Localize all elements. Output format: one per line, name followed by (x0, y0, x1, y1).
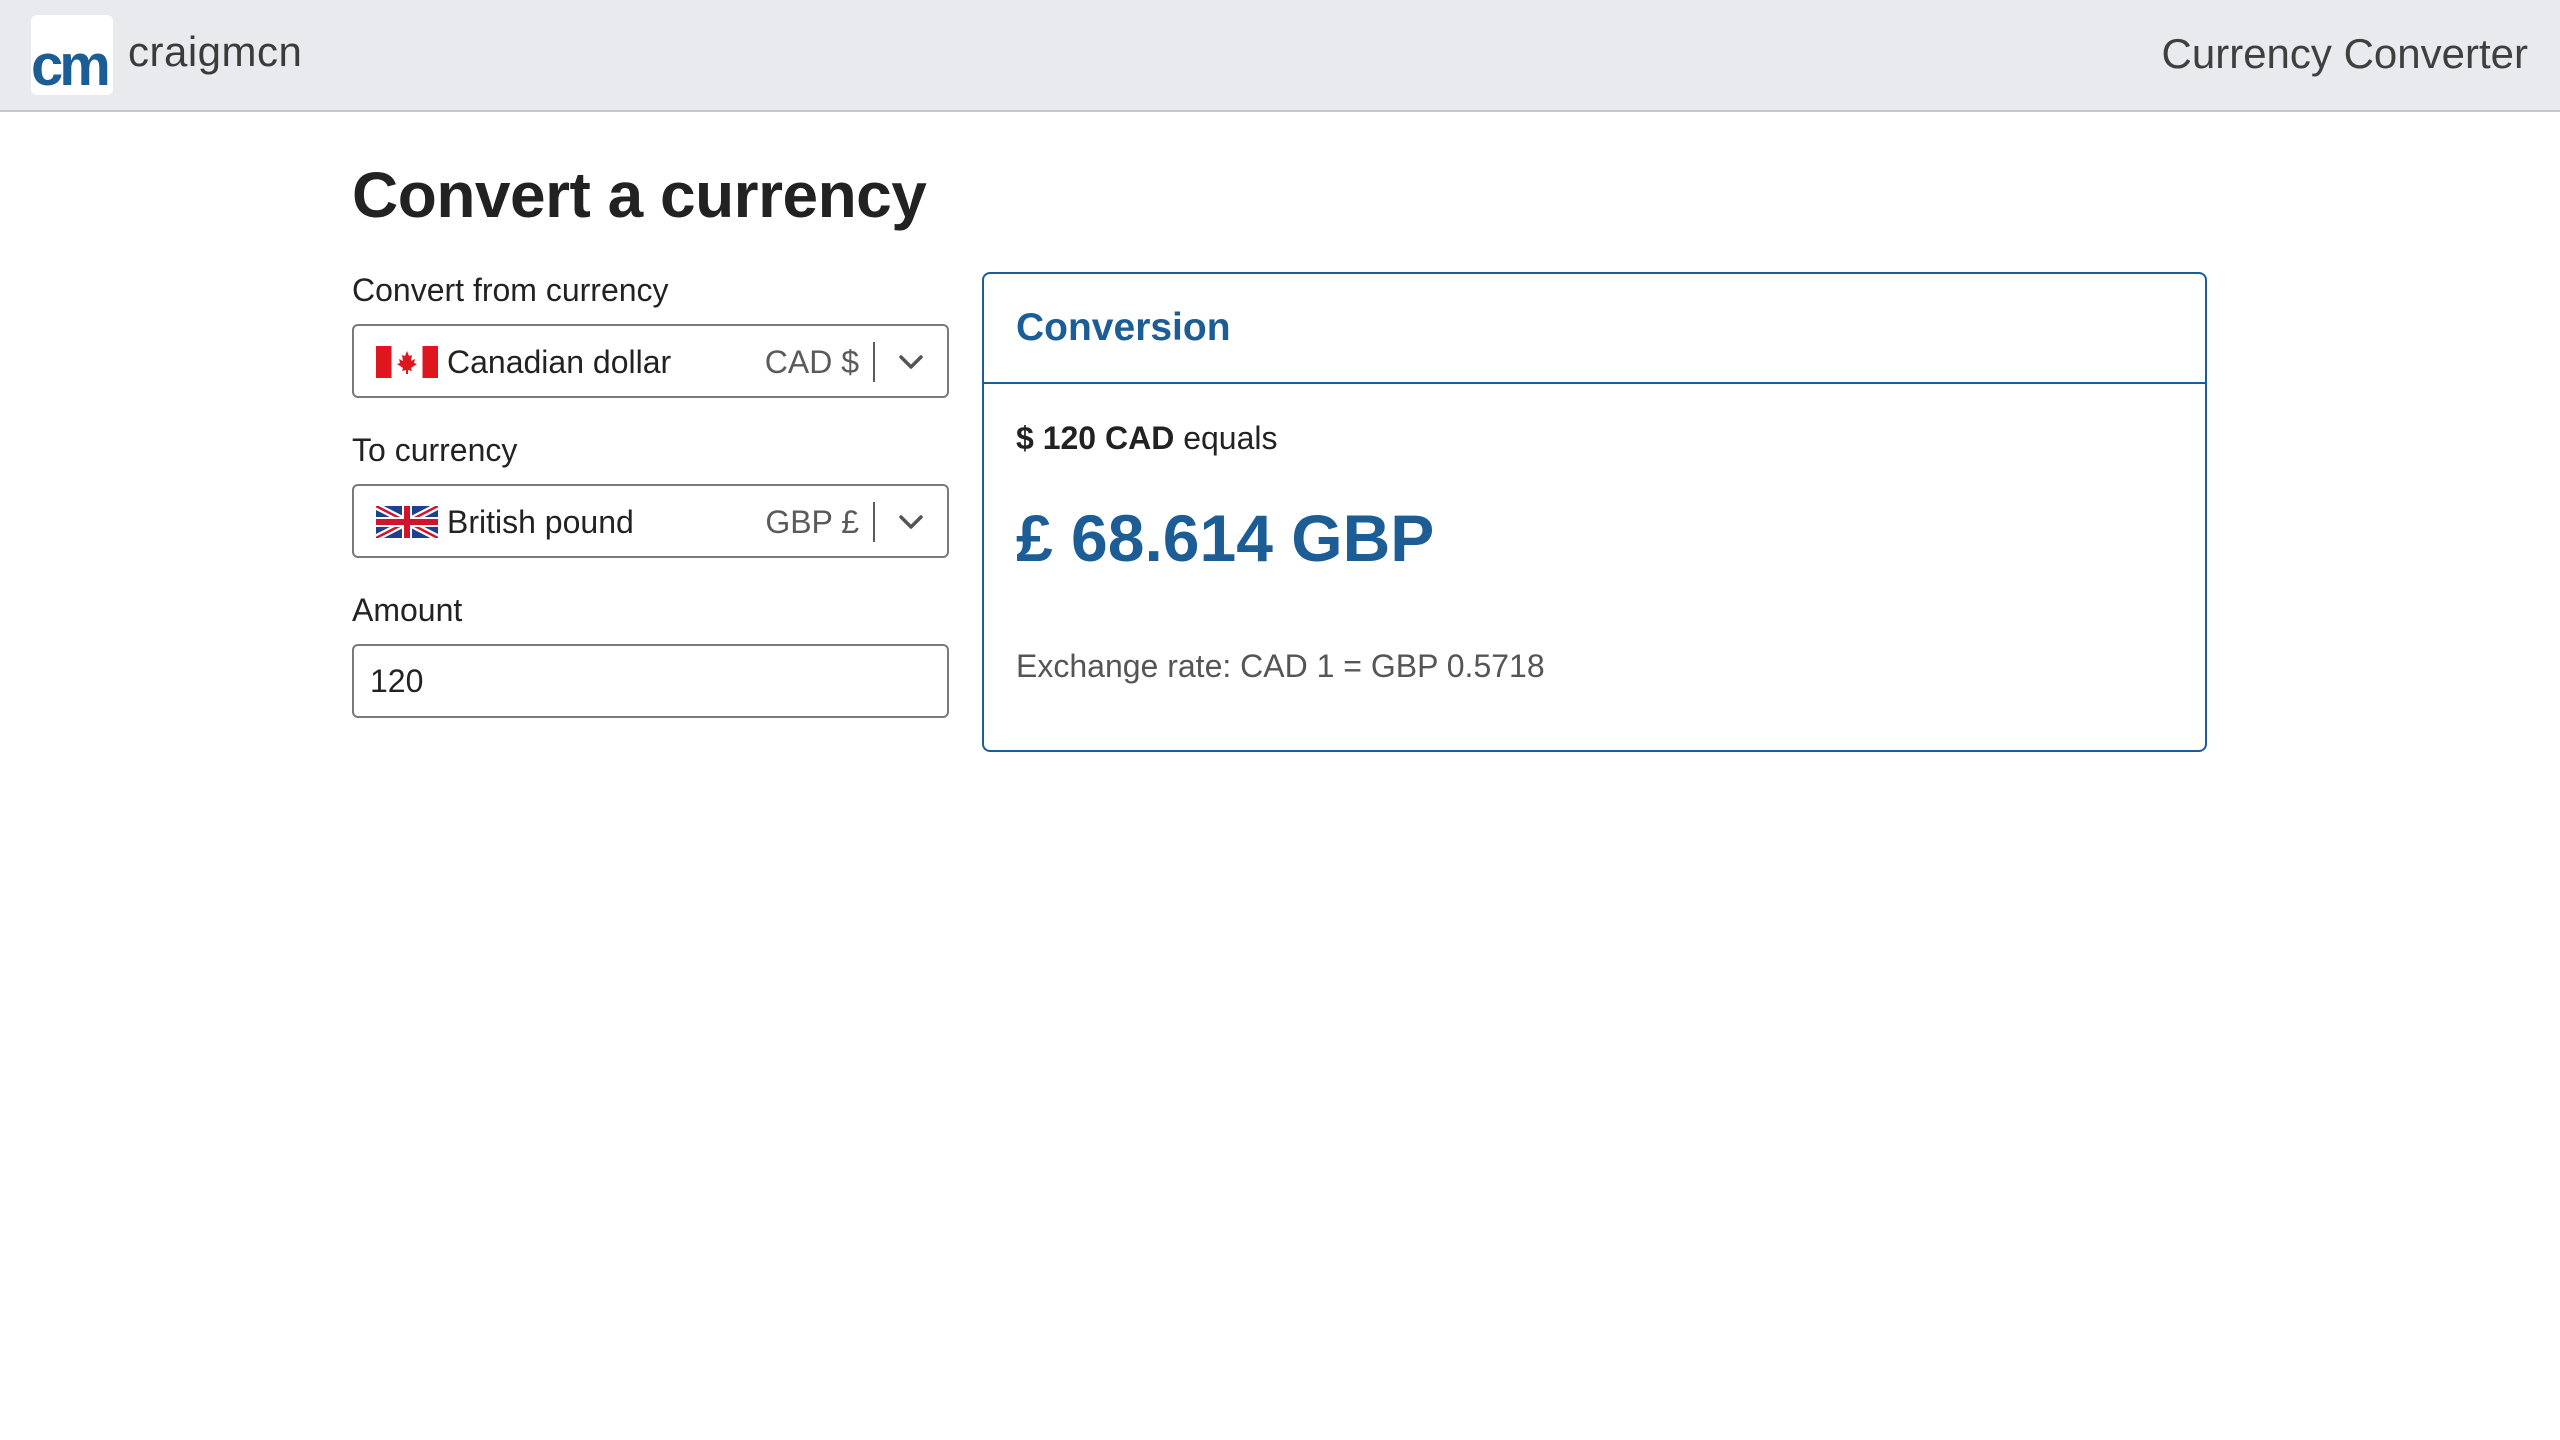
to-currency-name: British pound (447, 504, 634, 540)
chevron-down-icon[interactable] (897, 510, 925, 534)
to-currency-label: To currency (352, 432, 518, 468)
from-currency-name: Canadian dollar (447, 344, 672, 380)
page-title: Convert a currency (352, 159, 927, 231)
source-amount: $ 120 CAD (1016, 420, 1175, 456)
to-currency-code: GBP £ (765, 504, 859, 540)
select-divider (873, 342, 875, 382)
conversion-card-header: Conversion (984, 274, 2205, 384)
uk-flag-icon (376, 506, 438, 538)
app-title: Currency Converter (2161, 30, 2528, 77)
from-currency-select[interactable]: Canadian dollar CAD $ (352, 324, 949, 398)
amount-label: Amount (352, 592, 463, 628)
conversion-title: Conversion (1016, 306, 1231, 349)
conversion-summary: $ 120 CAD equals (1016, 420, 1277, 457)
from-currency-code: CAD $ (764, 344, 859, 380)
amount-input[interactable] (352, 644, 949, 718)
cm-logo-icon: cm (31, 33, 111, 95)
equals-word: equals (1183, 420, 1278, 456)
conversion-result: £ 68.614 GBP (1016, 501, 1435, 575)
logo[interactable]: cm (31, 15, 113, 95)
canada-flag-icon (376, 346, 438, 378)
logo-text: cm (31, 33, 107, 95)
select-divider (873, 502, 875, 542)
brand-name[interactable]: craigmcn (128, 28, 302, 76)
exchange-rate: Exchange rate: CAD 1 = GBP 0.5718 (1016, 648, 1545, 684)
to-currency-select[interactable]: British pound GBP £ (352, 484, 949, 558)
chevron-down-icon[interactable] (897, 350, 925, 374)
conversion-card: Conversion $ 120 CAD equals £ 68.614 GBP… (982, 272, 2207, 752)
from-currency-label: Convert from currency (352, 272, 669, 308)
top-navbar: cm craigmcn Currency Converter (0, 0, 2560, 112)
